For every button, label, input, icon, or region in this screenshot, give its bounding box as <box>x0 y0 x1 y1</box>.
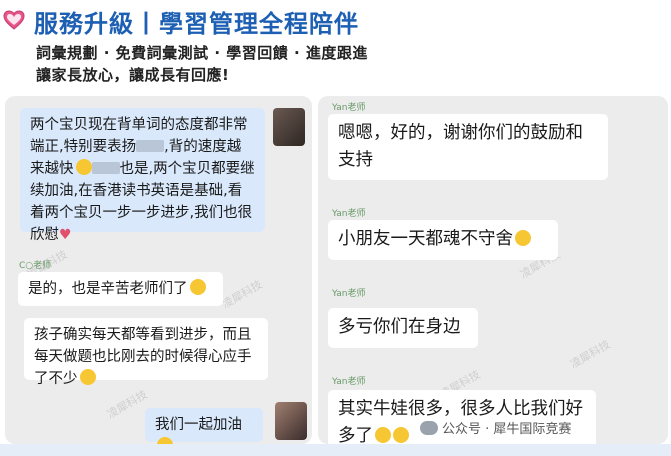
watermark: 凌犀科技 <box>567 337 613 372</box>
blurred-name <box>91 162 120 174</box>
avatar[interactable] <box>275 402 307 440</box>
right-chat-panel: 凌犀科技 凌犀科技 凌犀科技 凌犀科技 Yan老师 嗯嗯，好的，谢谢你们的鼓励和… <box>318 96 668 444</box>
message-text: 是的，也是辛苦老师们了 <box>28 281 188 297</box>
chat-message: 多亏你们在身边 <box>328 308 478 348</box>
message-text: 嗯嗯，好的，谢谢你们的鼓励和支持 <box>338 123 583 170</box>
sweat-emoji-icon <box>515 230 531 246</box>
subtitle-line-1: 詞彙規劃 · 免費詞彙測試 · 學習回饋 · 進度跟進 <box>36 44 368 62</box>
chat-message: 小朋友一天都魂不守舍 <box>328 220 558 260</box>
sender-name: Yan老师 <box>332 377 366 387</box>
footer-text: 公众号 · 犀牛国际竞赛 <box>442 422 572 437</box>
page-title: 服務升級丨學習管理全程陪伴 <box>34 10 359 38</box>
smile-emoji-icon <box>189 279 206 295</box>
grin-emoji-icon <box>79 369 96 385</box>
sender-name: Yan老师 <box>332 209 366 219</box>
blurred-name <box>136 140 165 152</box>
thumbs-up-emoji-icon <box>75 159 92 175</box>
heart-emoji-icon: ♥ <box>59 227 72 243</box>
message-text: 我们一起加油 <box>155 417 242 433</box>
chat-message: 我们一起加油 <box>145 408 263 444</box>
sender-name: Yan老师 <box>332 103 366 113</box>
heart-icon <box>3 10 25 30</box>
message-text: 小朋友一天都魂不守舍 <box>338 229 513 249</box>
header: 服務升級丨學習管理全程陪伴 詞彙規劃 · 免費詞彙測試 · 學習回饋 · 進度跟… <box>0 0 671 96</box>
chat-message: 是的，也是辛苦老师们了 <box>18 272 223 306</box>
sweat-emoji-icon <box>393 427 409 443</box>
left-chat-panel: 凌犀科技 凌犀科技 凌犀科技 凌犀科技 两个宝贝现在背单词的态度都非常端正,特别… <box>5 96 312 444</box>
message-text: 多亏你们在身边 <box>338 317 461 337</box>
sweat-emoji-icon <box>375 427 391 443</box>
message-text: 孩子确实每天都等看到进步，而且每天做题也比刚去的时候得心应手了不少 <box>34 327 252 387</box>
chat-message: 孩子确实每天都等看到进步，而且每天做题也比刚去的时候得心应手了不少 <box>24 318 268 387</box>
watermark: 凌犀科技 <box>104 387 150 422</box>
sender-name: C○老师 <box>19 261 52 271</box>
chat-message: 两个宝贝现在背单词的态度都非常端正,特别要表扬 ,背的速度越来越快 也是,两个宝贝都… <box>20 108 265 243</box>
wechat-icon <box>420 421 438 435</box>
footer-source: 公众号 · 犀牛国际竞赛 <box>420 418 571 437</box>
fist-emoji-icon <box>157 437 173 444</box>
watermark: 凌犀科技 <box>219 277 265 312</box>
bottom-band <box>0 444 671 456</box>
avatar[interactable] <box>273 108 305 146</box>
chat-message: 嗯嗯，好的，谢谢你们的鼓励和支持 <box>328 114 608 180</box>
subtitle-line-2: 讓家長放心，讓成長有回應! <box>36 66 230 84</box>
sender-name: Yan老师 <box>332 289 366 299</box>
